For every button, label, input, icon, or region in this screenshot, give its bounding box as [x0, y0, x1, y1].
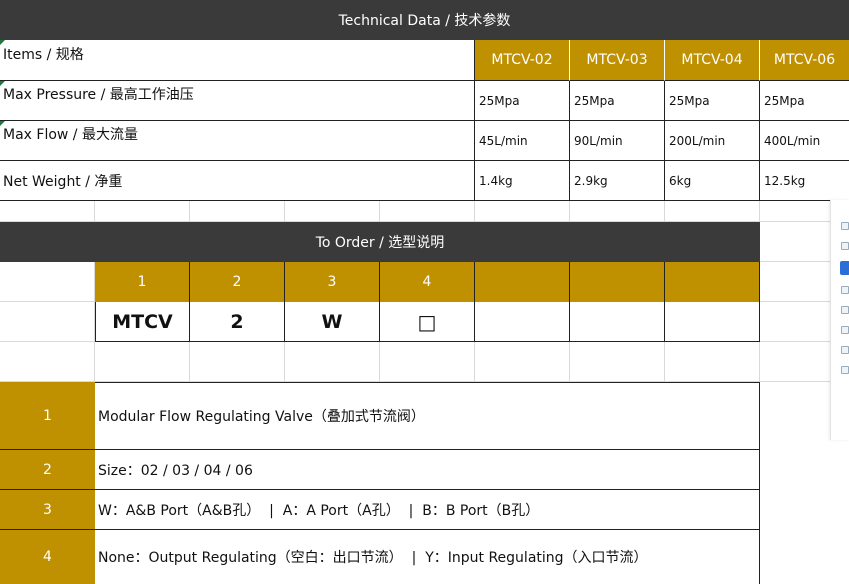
legend-text-4: None：Output Regulating（空白：出口节流） | Y：Inpu… [95, 530, 760, 584]
empty-cell [665, 302, 760, 342]
legend-number-1: 1 [0, 382, 95, 450]
empty-cell [475, 302, 570, 342]
order-position-4: 4 [380, 262, 475, 302]
empty-cell [475, 201, 570, 222]
empty-cell [95, 201, 190, 222]
max-pressure-value: 25Mpa [570, 81, 665, 121]
toolbar-active-icon[interactable] [840, 261, 849, 275]
items-label-cell: Items / 规格 [0, 40, 475, 81]
empty-cell [0, 302, 95, 342]
net-weight-value: 1.4kg [475, 161, 570, 201]
legend-number-3: 3 [0, 490, 95, 530]
to-order-title-bar: To Order / 选型说明 [0, 222, 760, 262]
empty-cell [380, 201, 475, 222]
net-weight-value: 6kg [665, 161, 760, 201]
empty-cell [665, 201, 760, 222]
net-weight-label-cell: Net Weight / 净重 [0, 161, 475, 201]
toolbar-icon[interactable] [841, 346, 849, 354]
max-pressure-value: 25Mpa [475, 81, 570, 121]
legend-text-2: Size：02 / 03 / 04 / 06 [95, 450, 760, 490]
empty-cell [475, 342, 570, 382]
net-weight-label: Net Weight / 净重 [3, 173, 123, 190]
order-position-empty [475, 262, 570, 302]
empty-cell [380, 342, 475, 382]
order-position-empty [570, 262, 665, 302]
order-position-1: 1 [95, 262, 190, 302]
empty-cell [665, 342, 760, 382]
legend-number-2: 2 [0, 450, 95, 490]
toolbar-icon[interactable] [841, 222, 849, 230]
max-pressure-value: 25Mpa [665, 81, 760, 121]
model-header-mtcv-02: MTCV-02 [475, 40, 570, 81]
max-flow-label-cell: Max Flow / 最大流量 [0, 121, 475, 161]
toolbar-icon[interactable] [841, 326, 849, 334]
max-flow-label: Max Flow / 最大流量 [3, 127, 138, 143]
max-flow-value: 400L/min [760, 121, 849, 161]
toolbar-icon[interactable] [841, 306, 849, 314]
max-flow-value: 90L/min [570, 121, 665, 161]
empty-cell [285, 342, 380, 382]
order-position-2: 2 [190, 262, 285, 302]
to-order-title: To Order / 选型说明 [315, 235, 445, 251]
technical-data-title-bar: Technical Data / 技术参数 [0, 0, 849, 40]
items-label: Items / 规格 [3, 47, 84, 63]
empty-cell [190, 342, 285, 382]
legend-number-4: 4 [0, 530, 95, 584]
toolbar-icon[interactable] [841, 286, 849, 294]
legend-text-1: Modular Flow Regulating Valve（叠加式节流阀） [95, 382, 760, 450]
empty-cell [0, 342, 95, 382]
net-weight-value: 2.9kg [570, 161, 665, 201]
max-pressure-label-cell: Max Pressure / 最高工作油压 [0, 81, 475, 121]
order-position-3: 3 [285, 262, 380, 302]
side-toolbar[interactable] [830, 200, 849, 440]
empty-cell [570, 201, 665, 222]
max-pressure-value: 25Mpa [760, 81, 849, 121]
toolbar-icon[interactable] [841, 366, 849, 374]
legend-text-3: W：A&B Port（A&B孔） | A：A Port（A孔） | B：B Po… [95, 490, 760, 530]
empty-cell [570, 302, 665, 342]
max-flow-value: 45L/min [475, 121, 570, 161]
order-code-regulating: □ [380, 302, 475, 342]
order-position-empty [665, 262, 760, 302]
empty-cell [570, 342, 665, 382]
empty-cell [0, 201, 95, 222]
technical-data-title: Technical Data / 技术参数 [338, 13, 511, 29]
empty-cell [0, 262, 95, 302]
empty-cell [190, 201, 285, 222]
empty-cell [285, 201, 380, 222]
empty-cell [95, 342, 190, 382]
model-header-mtcv-04: MTCV-04 [665, 40, 760, 81]
model-header-mtcv-03: MTCV-03 [570, 40, 665, 81]
model-header-mtcv-06: MTCV-06 [760, 40, 849, 81]
max-flow-value: 200L/min [665, 121, 760, 161]
order-code-size: 2 [190, 302, 285, 342]
order-code-series: MTCV [95, 302, 190, 342]
net-weight-value: 12.5kg [760, 161, 849, 201]
max-pressure-label: Max Pressure / 最高工作油压 [3, 87, 194, 103]
toolbar-icon[interactable] [841, 242, 849, 250]
order-code-port: W [285, 302, 380, 342]
